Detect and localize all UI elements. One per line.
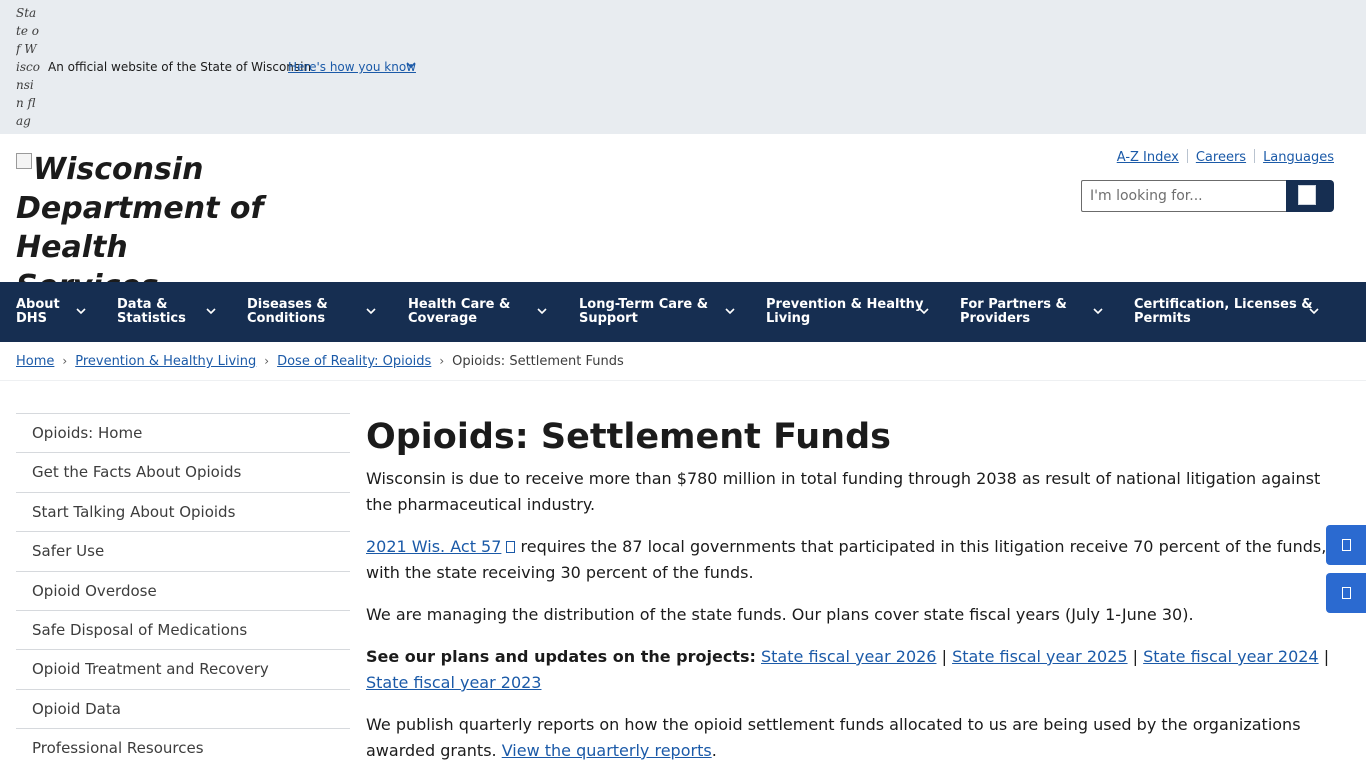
nav-label: For Partners & Providers bbox=[960, 297, 1067, 326]
languages-link[interactable]: Languages bbox=[1263, 150, 1334, 165]
chevron-down-icon bbox=[76, 308, 86, 315]
reports-paragraph: We publish quarterly reports on how the … bbox=[366, 712, 1338, 764]
link-separator: | bbox=[1323, 647, 1330, 666]
broken-image-icon bbox=[16, 153, 32, 169]
chevron-down-icon[interactable] bbox=[404, 58, 418, 72]
sfy-2023-link[interactable]: State fiscal year 2023 bbox=[366, 673, 541, 692]
sidebar-item-opioid-overdose[interactable]: Opioid Overdose bbox=[16, 570, 350, 610]
sidebar-item-get-the-facts[interactable]: Get the Facts About Opioids bbox=[16, 452, 350, 491]
breadcrumb-prevention[interactable]: Prevention & Healthy Living bbox=[75, 354, 256, 369]
feedback-icon bbox=[1342, 539, 1351, 551]
quarterly-reports-link[interactable]: View the quarterly reports bbox=[502, 741, 712, 760]
plans-paragraph: See our plans and updates on the project… bbox=[366, 644, 1338, 696]
nav-partners-providers[interactable]: For Partners & Providers bbox=[960, 282, 1110, 342]
sidebar-item-opioids-home[interactable]: Opioids: Home bbox=[16, 413, 350, 452]
chevron-down-icon bbox=[537, 308, 547, 315]
nav-data-statistics[interactable]: Data & Statistics bbox=[117, 282, 227, 342]
sidebar-item-treatment-recovery[interactable]: Opioid Treatment and Recovery bbox=[16, 649, 350, 688]
nav-label: About DHS bbox=[16, 297, 60, 326]
chevron-down-icon bbox=[725, 308, 735, 315]
nav-long-term-care[interactable]: Long-Term Care & Support bbox=[579, 282, 745, 342]
nav-health-care-coverage[interactable]: Health Care & Coverage bbox=[408, 282, 558, 342]
chevron-down-icon bbox=[206, 308, 216, 315]
share-button[interactable] bbox=[1326, 573, 1366, 613]
nav-label: Data & Statistics bbox=[117, 297, 186, 326]
link-separator: | bbox=[1132, 647, 1139, 666]
nav-about-dhs[interactable]: About DHS bbox=[16, 282, 94, 342]
sfy-2026-link[interactable]: State fiscal year 2026 bbox=[761, 647, 936, 666]
nav-label: Certification, Licenses & Permits bbox=[1134, 297, 1313, 326]
chevron-down-icon bbox=[366, 308, 376, 315]
utility-links: A-Z Index Careers Languages bbox=[1117, 149, 1334, 165]
reports-period: . bbox=[711, 741, 717, 760]
search-input[interactable] bbox=[1081, 180, 1287, 212]
main-content: Opioids: Settlement Funds Wisconsin is d… bbox=[366, 414, 1338, 768]
breadcrumb-separator: › bbox=[264, 354, 270, 368]
nav-label: Diseases & Conditions bbox=[247, 297, 328, 326]
nav-label: Prevention & Healthy Living bbox=[766, 297, 924, 326]
breadcrumb-separator: › bbox=[62, 354, 68, 368]
nav-label: Long-Term Care & Support bbox=[579, 297, 709, 326]
how-you-know-link[interactable]: Here's how you know bbox=[288, 60, 416, 74]
breadcrumb-separator: › bbox=[439, 354, 445, 368]
plans-label: See our plans and updates on the project… bbox=[366, 647, 756, 666]
sfy-2024-link[interactable]: State fiscal year 2024 bbox=[1143, 647, 1318, 666]
link-divider bbox=[1254, 149, 1256, 163]
breadcrumb-dose-of-reality[interactable]: Dose of Reality: Opioids bbox=[277, 354, 431, 369]
sidebar-item-safe-disposal[interactable]: Safe Disposal of Medications bbox=[16, 609, 350, 649]
section-sidebar: Opioids: Home Get the Facts About Opioid… bbox=[16, 413, 350, 768]
search-icon bbox=[1298, 185, 1316, 205]
careers-link[interactable]: Careers bbox=[1196, 150, 1246, 165]
az-index-link[interactable]: A-Z Index bbox=[1117, 150, 1179, 165]
breadcrumb-home[interactable]: Home bbox=[16, 354, 54, 369]
breadcrumb-current: Opioids: Settlement Funds bbox=[452, 354, 624, 369]
distribution-paragraph: We are managing the distribution of the … bbox=[366, 605, 1194, 624]
main-navigation: About DHS Data & Statistics Diseases & C… bbox=[0, 282, 1366, 342]
breadcrumb-divider bbox=[0, 380, 1366, 381]
wis-act-57-link[interactable]: 2021 Wis. Act 57 bbox=[366, 537, 501, 556]
link-separator: | bbox=[941, 647, 947, 666]
nav-certification-licenses[interactable]: Certification, Licenses & Permits bbox=[1134, 282, 1334, 342]
nav-diseases-conditions[interactable]: Diseases & Conditions bbox=[247, 282, 387, 342]
chevron-down-icon bbox=[1093, 308, 1103, 315]
share-icon bbox=[1342, 587, 1351, 599]
nav-prevention-healthy-living[interactable]: Prevention & Healthy Living bbox=[766, 282, 938, 342]
intro-paragraph: Wisconsin is due to receive more than $7… bbox=[366, 469, 1321, 514]
sidebar-item-professional-resources[interactable]: Professional Resources bbox=[16, 728, 350, 767]
chevron-down-icon bbox=[1309, 308, 1319, 315]
official-site-banner: State of Wisconsin flag An official webs… bbox=[0, 0, 1366, 134]
state-flag-image: State of Wisconsin flag bbox=[16, 6, 40, 128]
official-site-text: An official website of the State of Wisc… bbox=[48, 60, 312, 74]
chevron-down-icon bbox=[919, 308, 929, 315]
search-button[interactable] bbox=[1286, 180, 1334, 212]
breadcrumb: Home › Prevention & Healthy Living › Dose of… bbox=[16, 354, 624, 369]
page-title: Opioids: Settlement Funds bbox=[366, 417, 891, 457]
link-divider bbox=[1186, 149, 1188, 163]
sidebar-item-safer-use[interactable]: Safer Use bbox=[16, 531, 350, 570]
sfy-2025-link[interactable]: State fiscal year 2025 bbox=[952, 647, 1127, 666]
feedback-button[interactable] bbox=[1326, 525, 1366, 565]
sidebar-item-start-talking[interactable]: Start Talking About Opioids bbox=[16, 491, 350, 531]
nav-label: Health Care & Coverage bbox=[408, 297, 511, 326]
act-paragraph: 2021 Wis. Act 57 requires the 87 local g… bbox=[366, 534, 1338, 586]
sidebar-item-opioid-data[interactable]: Opioid Data bbox=[16, 688, 350, 728]
